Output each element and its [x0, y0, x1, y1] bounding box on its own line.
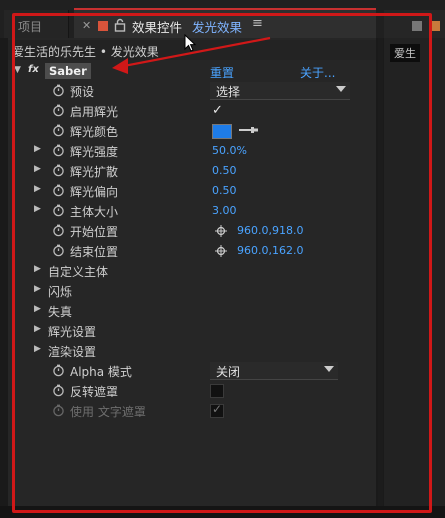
annotation-arrow [112, 36, 271, 74]
mouse-cursor-icon [184, 34, 196, 52]
